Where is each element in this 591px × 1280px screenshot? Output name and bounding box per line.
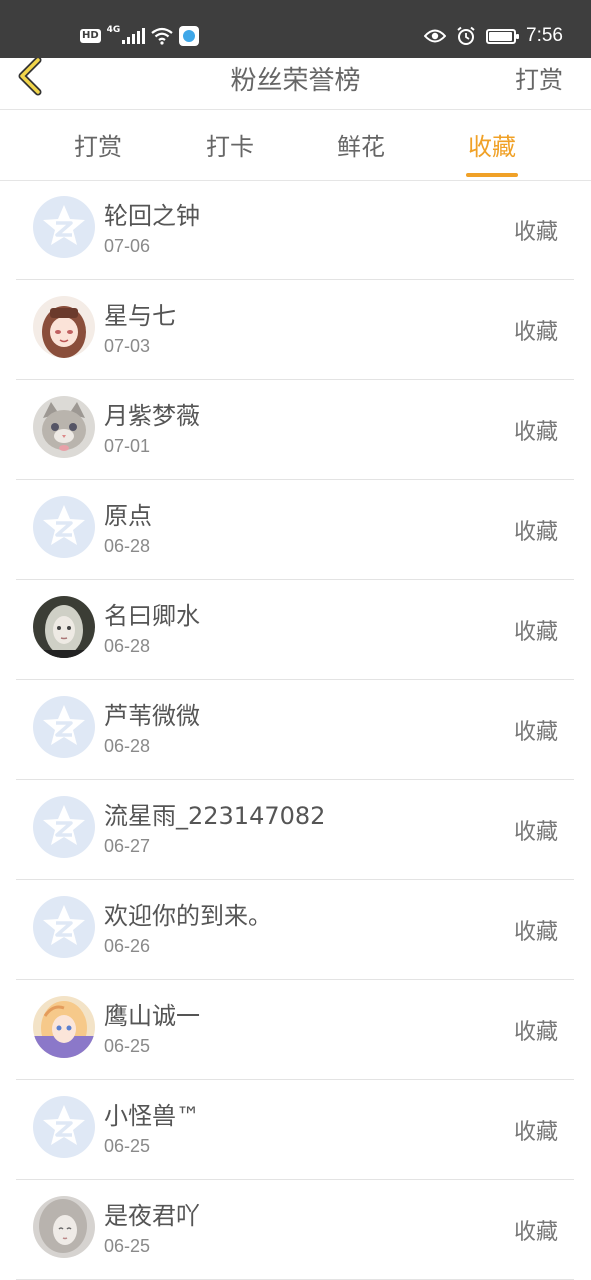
default-avatar[interactable] [33, 796, 95, 858]
network-type: 4G [106, 25, 121, 35]
default-avatar[interactable] [33, 696, 95, 758]
list-item[interactable]: 是夜君吖 06-25 收藏 [16, 1180, 574, 1280]
list-item[interactable]: 流星雨_223147082 06-27 收藏 [16, 780, 574, 880]
battery-level [489, 31, 512, 41]
user-name: 名曰卿水 [104, 602, 200, 630]
tab-label: 收藏 [468, 133, 516, 161]
user-name: 小怪兽™ [104, 1102, 200, 1130]
action-label: 收藏 [513, 320, 558, 345]
item-date: 06-26 [104, 936, 151, 956]
reward-button[interactable]: 打赏 [515, 60, 563, 95]
list-item[interactable]: 星与七 07-03 收藏 [16, 280, 574, 380]
tab-checkin[interactable]: 打卡 [170, 111, 290, 181]
item-date: 06-28 [104, 536, 151, 556]
tab-favorites[interactable]: 收藏 [432, 111, 552, 181]
item-date: 07-01 [104, 436, 151, 456]
item-date: 06-28 [104, 736, 151, 756]
user-name: 原点 [104, 502, 152, 530]
action-label: 收藏 [513, 220, 558, 245]
status-time: 7:56 [526, 25, 563, 46]
status-right: 7:56 [424, 24, 563, 48]
tab-label: 打赏 [74, 133, 122, 161]
cat-avatar[interactable] [33, 396, 95, 458]
app-notification-icon [179, 26, 200, 46]
list-item[interactable]: 原点 06-28 收藏 [16, 480, 574, 580]
list-item[interactable]: 月紫梦薇 07-01 收藏 [16, 380, 574, 480]
tab-bar: 打赏 打卡 鲜花 收藏 [0, 111, 591, 181]
default-avatar[interactable] [33, 1096, 95, 1158]
tab-reward[interactable]: 打赏 [38, 111, 158, 181]
action-label: 收藏 [513, 920, 558, 945]
anime-girl-avatar[interactable] [33, 296, 95, 358]
default-avatar[interactable] [33, 896, 95, 958]
item-date: 06-25 [104, 1036, 151, 1056]
user-name: 鹰山诚一 [104, 1002, 200, 1030]
grey-portrait-avatar[interactable] [33, 1196, 95, 1258]
action-label: 收藏 [513, 1020, 558, 1045]
header-bar: 粉丝荣誉榜 打赏 [0, 56, 591, 110]
action-label: 收藏 [513, 520, 558, 545]
hd-badge: HD [80, 29, 101, 43]
action-label: 收藏 [513, 1120, 558, 1145]
tab-label: 打卡 [206, 133, 254, 161]
item-date: 07-06 [104, 236, 151, 256]
item-date: 06-28 [104, 636, 151, 656]
list-item[interactable]: 轮回之钟 07-06 收藏 [16, 180, 574, 280]
dark-portrait-avatar[interactable] [33, 596, 95, 658]
eye-icon [424, 29, 447, 43]
list-item[interactable]: 名曰卿水 06-28 收藏 [16, 580, 574, 680]
status-left: HD 4G [80, 24, 200, 48]
fan-list: 轮回之钟 07-06 收藏 星与七 07-03 收藏 月紫梦薇 07-01 收藏… [16, 180, 574, 1280]
alarm-icon [457, 26, 475, 45]
user-name: 是夜君吖 [104, 1202, 200, 1230]
wifi-icon [151, 27, 174, 45]
action-label: 收藏 [513, 720, 558, 745]
tab-label: 鲜花 [337, 133, 385, 161]
item-date: 06-25 [104, 1136, 151, 1156]
list-item[interactable]: 欢迎你的到来。 06-26 收藏 [16, 880, 574, 980]
item-date: 07-03 [104, 336, 151, 356]
list-item[interactable]: 鹰山诚一 06-25 收藏 [16, 980, 574, 1080]
list-item[interactable]: 芦苇微微 06-28 收藏 [16, 680, 574, 780]
action-label: 收藏 [513, 820, 558, 845]
action-label: 收藏 [513, 420, 558, 445]
active-tab-indicator [466, 173, 518, 177]
action-label: 收藏 [513, 1220, 558, 1245]
user-name: 轮回之钟 [104, 202, 200, 230]
colorful-anime-avatar[interactable] [33, 996, 95, 1058]
page-title: 粉丝荣誉榜 [230, 66, 361, 96]
default-avatar[interactable] [33, 196, 95, 258]
default-avatar[interactable] [33, 496, 95, 558]
user-name: 流星雨_223147082 [104, 802, 326, 830]
user-name: 星与七 [104, 302, 176, 330]
status-bar: HD 4G 7:56 [0, 0, 591, 58]
item-date: 06-25 [104, 1236, 151, 1256]
item-date: 06-27 [104, 836, 151, 856]
user-name: 欢迎你的到来。 [104, 902, 272, 930]
user-name: 芦苇微微 [104, 702, 200, 730]
action-label: 收藏 [513, 620, 558, 645]
tab-flowers[interactable]: 鲜花 [301, 111, 421, 181]
signal-icon [122, 28, 146, 44]
list-item[interactable]: 小怪兽™ 06-25 收藏 [16, 1080, 574, 1180]
user-name: 月紫梦薇 [104, 402, 200, 430]
battery-icon [486, 28, 520, 44]
